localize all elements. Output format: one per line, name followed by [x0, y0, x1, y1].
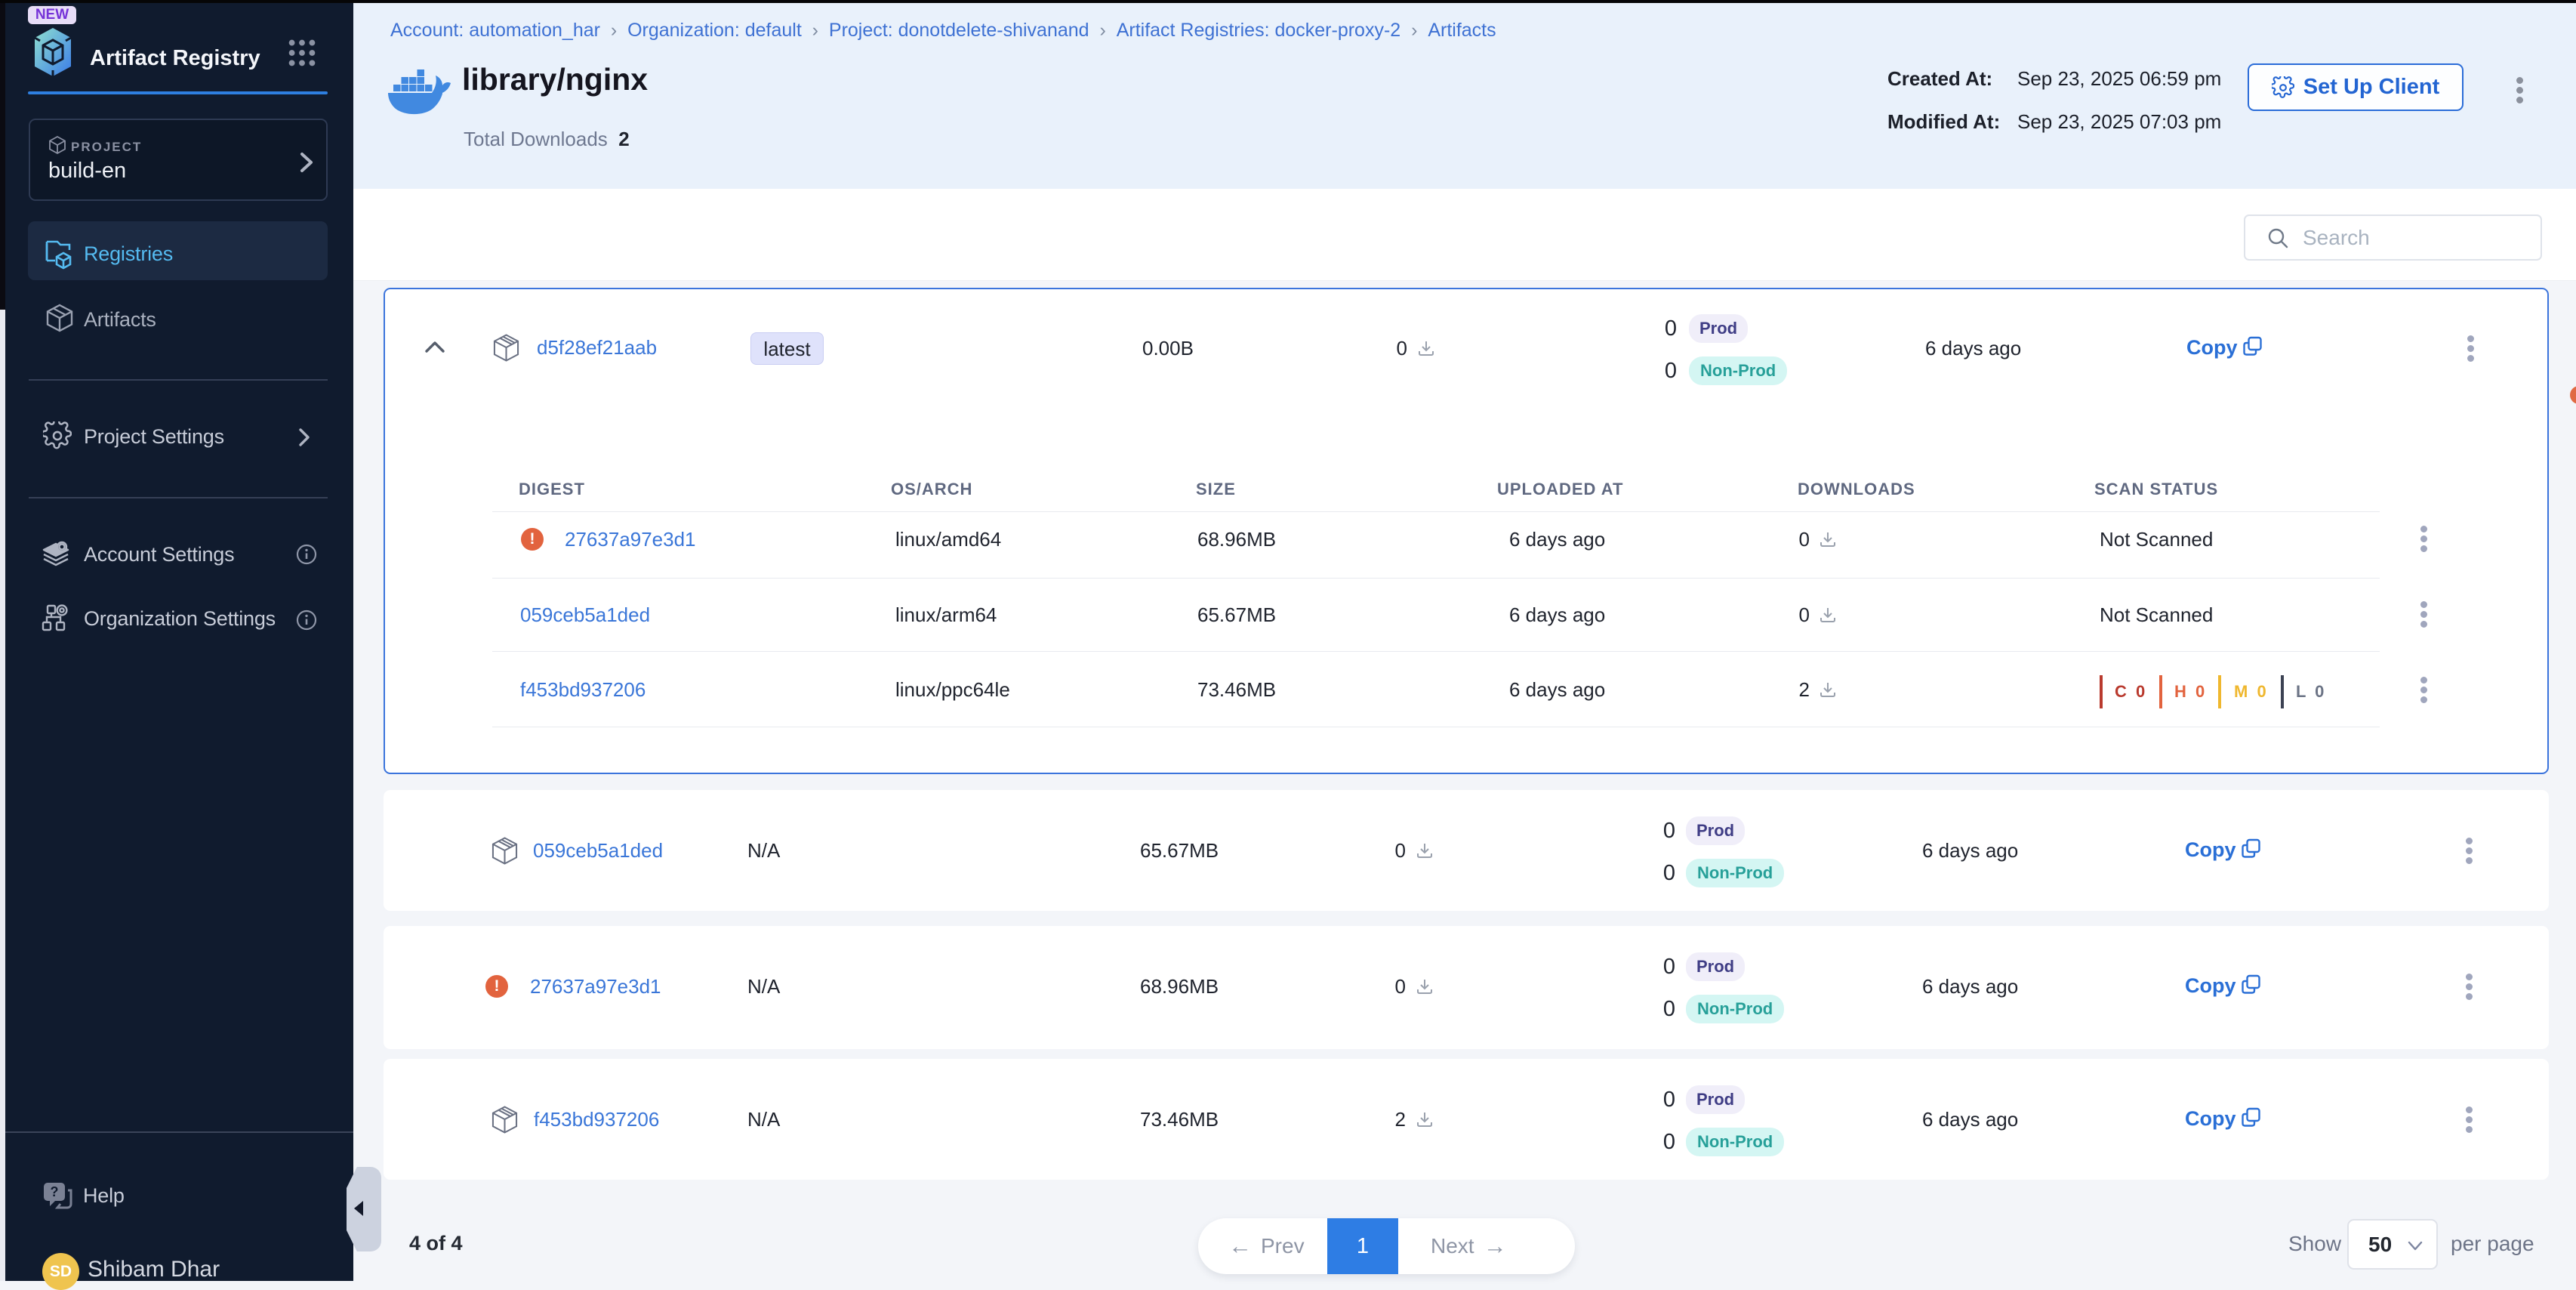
svg-text:?: ? [51, 1184, 59, 1199]
